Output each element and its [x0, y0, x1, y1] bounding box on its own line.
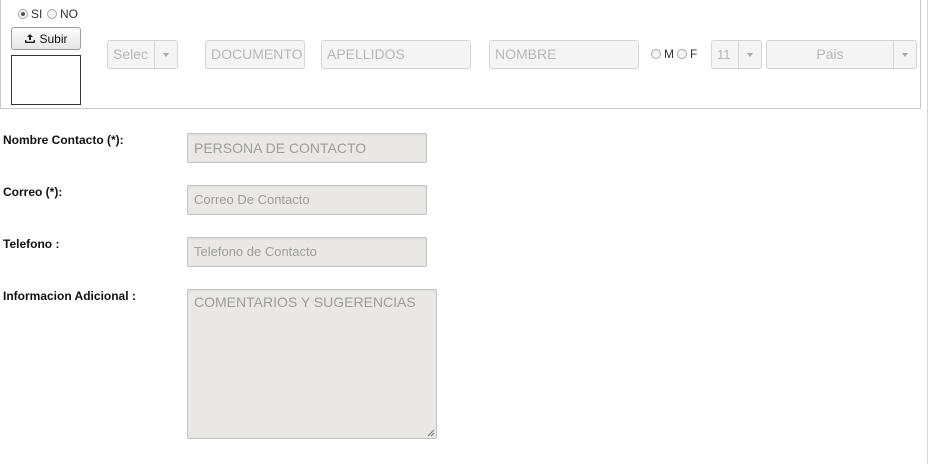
radio-gender-f-label: F: [690, 47, 698, 61]
info-adicional-label: Informacion Adicional :: [3, 289, 136, 303]
chevron-down-icon: [902, 52, 908, 57]
personal-info-panel: SI NO Subir Selec DOCUMENTO APELLIDOS NO…: [0, 0, 921, 109]
upload-button[interactable]: Subir: [11, 27, 81, 50]
apellidos-input[interactable]: APELLIDOS: [321, 40, 471, 69]
number-select[interactable]: 11: [711, 40, 762, 69]
telefono-label: Telefono :: [3, 237, 60, 251]
radio-gender-m-label: M: [664, 47, 674, 61]
radio-gender-m[interactable]: [651, 49, 661, 59]
document-type-dropdown[interactable]: [154, 41, 177, 68]
documento-input[interactable]: DOCUMENTO: [205, 40, 305, 69]
nombre-input[interactable]: NOMBRE: [489, 40, 639, 69]
radio-gender-f[interactable]: [677, 49, 687, 59]
upload-icon: [25, 33, 36, 43]
page-edge-rule: [927, 0, 928, 464]
country-select-dropdown[interactable]: [893, 41, 916, 68]
nombre-contacto-input[interactable]: PERSONA DE CONTACTO: [187, 133, 427, 163]
chevron-down-icon: [163, 52, 169, 57]
correo-input[interactable]: Correo De Contacto: [187, 185, 427, 215]
upload-button-label: Subir: [39, 31, 68, 46]
radio-no-label: NO: [60, 7, 78, 21]
info-adicional-textarea[interactable]: COMENTARIOS Y SUGERENCIAS: [187, 289, 437, 439]
resize-grip-icon[interactable]: [427, 429, 435, 437]
number-select-value: 11: [717, 47, 731, 62]
country-select[interactable]: Pais: [766, 40, 917, 69]
photo-preview: [11, 55, 81, 105]
country-select-value: Pais: [816, 46, 844, 62]
info-adicional-placeholder: COMENTARIOS Y SUGERENCIAS: [194, 294, 416, 310]
number-select-dropdown[interactable]: [738, 41, 761, 68]
document-type-select[interactable]: Selec: [107, 40, 178, 69]
chevron-down-icon: [747, 52, 753, 57]
radio-si-label: SI: [31, 7, 43, 21]
correo-label: Correo (*):: [3, 185, 63, 199]
telefono-input[interactable]: Telefono de Contacto: [187, 237, 427, 267]
radio-si[interactable]: [18, 9, 28, 19]
document-type-value: Selec: [113, 46, 149, 62]
radio-no[interactable]: [47, 9, 57, 19]
nombre-contacto-label: Nombre Contacto (*):: [3, 133, 124, 147]
